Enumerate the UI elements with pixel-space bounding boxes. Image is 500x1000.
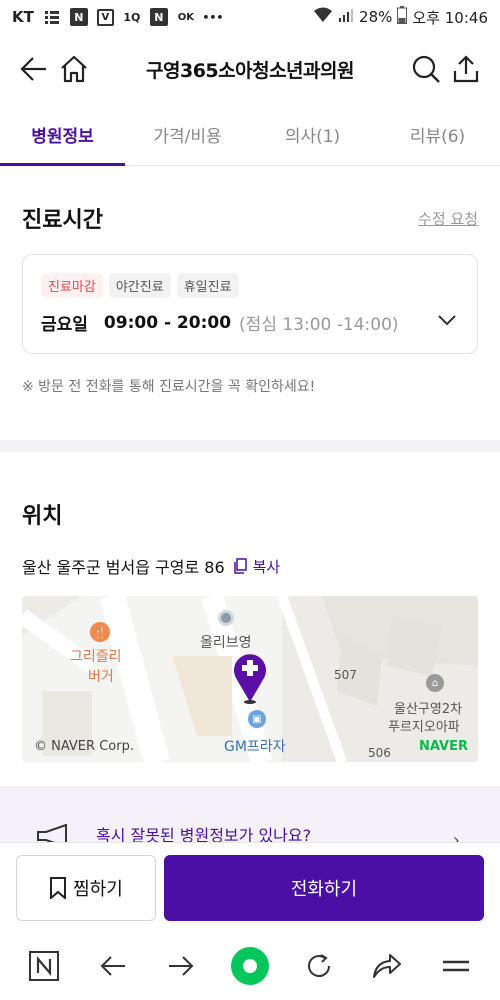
more-icon: ••• [202,10,224,24]
naver-icon: N [69,8,88,26]
bookmark-button[interactable]: 찜하기 [16,854,156,921]
refresh-button[interactable] [297,944,341,988]
call-label: 전화하기 [290,878,358,900]
shopping-icon: ▣ [248,710,266,728]
hours-section: 진료시간 수정 요청 진료마감 야간진료 휴일진료 금요일 09:00 - 20… [0,202,500,396]
map-num-506: 506 [368,746,391,760]
bookmark-icon [50,876,67,899]
map-poi-apt: 울산구영2차 [394,702,463,717]
arrow-left-icon [20,57,46,81]
bookmark-label: 찜하기 [73,878,123,900]
badge-night: 야간진료 [108,273,171,298]
action-bar: 찜하기 전화하기 [0,842,500,932]
poi-dot-icon [218,610,234,626]
naver-icon [29,951,60,981]
location-pin-icon [230,648,270,708]
map-num-507: 507 [334,668,357,682]
signal-icon [338,7,354,27]
naver-home-button[interactable] [22,944,66,988]
home-icon [61,55,87,83]
copy-address-button[interactable]: 복사 [233,556,281,577]
clock: 오후 10:46 [412,8,488,27]
tab-review[interactable]: 리뷰(6) [375,104,500,165]
nav-forward-button[interactable] [159,944,203,988]
app-header: 구영365소아청소년과의원 [0,34,500,104]
status-bar: KT N V 1Q N OK ••• 28% 오후 10:46 [0,0,500,34]
hours-lunch: (점심 13:00 -14:00) [239,315,399,335]
naver-icon: N [149,8,168,26]
battery-icon [397,6,408,28]
chevron-down-icon[interactable] [437,311,457,330]
search-button[interactable] [406,49,446,89]
restaurant-icon: 🍴 [90,622,110,642]
app-icon: 1Q [123,10,141,24]
badge-holiday: 휴일진료 [176,273,239,298]
share-arrow-icon [373,954,402,978]
nav-back-button[interactable] [91,944,135,988]
green-dot-button[interactable] [228,944,272,988]
search-icon [412,55,440,83]
map-copyright: © NAVER Corp. [34,739,134,754]
arrow-right-icon [169,956,194,976]
location-title: 위치 [22,504,63,529]
ok-icon: OK [177,11,194,23]
green-dot-icon [230,947,269,985]
call-button[interactable]: 전화하기 [164,854,484,921]
status-badge-closed: 진료마감 [41,273,103,298]
map-poi-burger: 그리즐리 [70,649,122,665]
refresh-icon [307,954,330,977]
copy-icon [233,558,247,574]
edit-request-link[interactable]: 수정 요청 [418,208,478,229]
back-button[interactable] [14,49,54,89]
browser-nav [0,932,500,1000]
grid-icon [43,8,61,26]
share-button[interactable] [446,49,486,89]
menu-button[interactable] [434,944,478,988]
home-button[interactable] [54,49,94,89]
share-nav-button[interactable] [365,944,409,988]
tab-hospital-info[interactable]: 병원정보 [0,104,125,166]
copy-label: 복사 [252,557,281,576]
section-divider [0,440,500,452]
wifi-icon [313,7,333,27]
arrow-left-icon [100,956,125,976]
hours-card[interactable]: 진료마감 야간진료 휴일진료 금요일 09:00 - 20:00 (점심 13:… [22,254,478,354]
map-poi-gmplaza: GM프라자 [224,739,286,755]
tab-doctor[interactable]: 의사(1) [250,104,375,165]
hours-time: 09:00 - 20:00 [103,312,232,333]
battery-label: 28% [359,8,393,26]
location-map[interactable]: 🍴 그리즐리 버거 올리브영 ▣ GM프라자 507 506 ⌂ 울산구영2차 … [22,596,478,762]
address-text: 울산 울주군 범서읍 구영로 86 [22,558,225,577]
apartment-icon: ⌂ [426,674,444,692]
naver-logo: NAVER [418,739,468,754]
page-title: 구영365소아청소년과의원 [146,59,354,82]
carrier-label: KT [12,8,34,26]
shield-icon: V [96,8,114,26]
tab-price[interactable]: 가격/비용 [125,104,250,165]
share-icon [453,55,479,83]
hours-notice: ※ 방문 전 전화를 통해 진료시간을 꼭 확인하세요! [22,379,316,395]
map-poi-apt-2: 푸르지오아파 [388,720,460,735]
map-poi-burger-2: 버거 [88,669,114,685]
tab-bar: 병원정보 가격/비용 의사(1) 리뷰(6) [0,104,500,166]
location-section: 위치 울산 울주군 범서읍 구영로 86 복사 🍴 그리즐리 버거 올리브영 ▣… [0,498,500,762]
hours-day: 금요일 [41,315,88,335]
hamburger-icon [442,960,469,972]
hours-title: 진료시간 [22,208,103,233]
